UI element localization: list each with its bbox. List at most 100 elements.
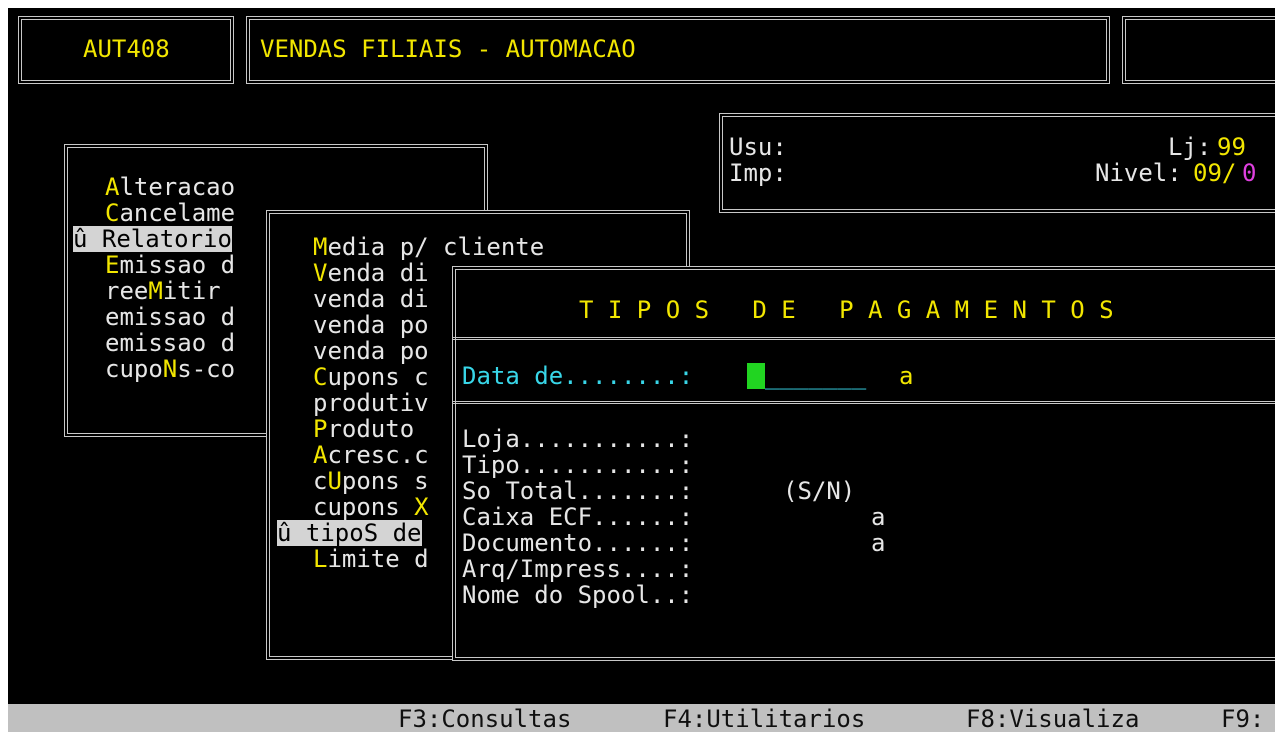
selected-marker: û — [73, 225, 102, 253]
user-panel: Usu: Imp: Lj: 99 Nivel: 09/ 0 — [719, 113, 1275, 213]
date-range-separator: a — [899, 362, 914, 390]
report-menu-item[interactable]: û tipoS de — [277, 520, 422, 546]
program-code-box: AUT408 — [18, 16, 234, 84]
item-text-rest: ancelame — [119, 199, 236, 227]
field-value[interactable]: (S/N) — [783, 478, 855, 504]
lj-label: Lj: — [1168, 133, 1212, 161]
nivel-label: Nivel: — [1095, 159, 1182, 187]
title-box: VENDAS FILIAIS - AUTOMACAO — [246, 16, 1110, 84]
nivel-extra: 0 — [1242, 159, 1257, 187]
item-text-pre: emissao d — [105, 329, 236, 357]
field-label: Tipo...........: — [462, 451, 694, 479]
dialog-title: T I P O S D E P A G A M E N T O S — [579, 296, 1114, 324]
field-label: Nome do Spool..: — [462, 581, 694, 609]
nivel-value: 09/ — [1193, 159, 1237, 187]
main-menu-item[interactable]: cupoNs-co — [105, 356, 235, 382]
hotkey-letter: U — [327, 467, 342, 495]
hotkey-letter: C — [313, 363, 328, 391]
field-label: Documento......: — [462, 529, 694, 557]
report-menu-item[interactable]: Cupons c — [313, 364, 429, 390]
item-text-pre: tipo — [305, 519, 364, 547]
item-text-pre: ree — [105, 277, 149, 305]
item-text-rest: edia p/ cliente — [327, 233, 545, 261]
report-menu-item[interactable]: Limite d — [313, 546, 429, 572]
f3-consultas-key[interactable]: F3:Consultas — [398, 704, 571, 732]
report-menu-item[interactable]: cupons X — [313, 494, 429, 520]
f4-utilitarios-key[interactable]: F4:Utilitarios — [663, 704, 865, 732]
main-menu-item[interactable]: Alteracao — [105, 174, 235, 200]
hotkey-letter: M — [148, 277, 163, 305]
hotkey-letter: A — [105, 173, 120, 201]
main-menu-item[interactable]: Emissao d — [105, 252, 235, 278]
item-text-pre: cupo — [105, 355, 163, 383]
text-cursor — [747, 363, 765, 389]
item-text-rest: de — [378, 519, 422, 547]
lj-value: 99 — [1217, 133, 1246, 161]
report-menu-item[interactable]: venda po — [313, 338, 429, 364]
field-label: So Total.......: — [462, 477, 694, 505]
item-text-rest: elatorio — [116, 225, 232, 253]
item-text-rest: itir — [162, 277, 221, 305]
f9-key[interactable]: F9: — [1221, 704, 1264, 732]
item-text-rest: s-co — [177, 355, 236, 383]
main-menu-item[interactable]: emissao d — [105, 304, 235, 330]
field-label: Caixa ECF......: — [462, 503, 694, 531]
field-label: Loja...........: — [462, 425, 694, 453]
item-text-rest: pons s — [341, 467, 429, 495]
item-text-pre: venda di — [313, 285, 429, 313]
imp-label: Imp: — [729, 159, 787, 187]
main-menu-item[interactable]: reeMitir — [105, 278, 221, 304]
item-text-pre: cupons — [313, 493, 415, 521]
report-menu-item[interactable]: Venda di — [313, 260, 429, 286]
hotkey-letter: S — [363, 519, 379, 547]
main-menu-item[interactable]: û Relatorio — [73, 226, 232, 252]
hotkey-letter: E — [105, 251, 120, 279]
item-text-rest: lteracao — [119, 173, 236, 201]
hotkey-letter: C — [105, 199, 120, 227]
report-menu-item[interactable]: Produto — [313, 416, 429, 442]
item-text-rest: roduto — [327, 415, 429, 443]
hotkey-letter: X — [414, 493, 429, 521]
hotkey-letter: M — [313, 233, 328, 261]
payment-types-dialog: T I P O S D E P A G A M E N T O S Data d… — [452, 266, 1275, 661]
divider — [453, 337, 1275, 340]
report-menu-item[interactable]: cUpons s — [313, 468, 429, 494]
usu-label: Usu: — [729, 133, 787, 161]
function-key-bar: F3:Consultas F4:Utilitarios F8:Visualiza… — [8, 704, 1275, 732]
item-text-rest: missao d — [119, 251, 236, 279]
report-menu-item[interactable]: venda po — [313, 312, 429, 338]
app-title: VENDAS FILIAIS - AUTOMACAO — [260, 35, 636, 63]
hotkey-letter: L — [313, 545, 328, 573]
field-label: Arq/Impress....: — [462, 555, 694, 583]
terminal-screen: AUT408 VENDAS FILIAIS - AUTOMACAO Usu: I… — [8, 8, 1275, 732]
item-text-rest: enda di — [327, 259, 429, 287]
selected-marker: û — [277, 519, 306, 547]
report-menu-item[interactable]: Media p/ cliente — [313, 234, 544, 260]
field-value[interactable]: a — [871, 504, 885, 530]
main-menu-item[interactable]: Cancelame — [105, 200, 235, 226]
report-menu-item[interactable]: produtiv — [313, 390, 429, 416]
item-text-rest: cresc.c — [327, 441, 429, 469]
hotkey-letter: A — [313, 441, 328, 469]
item-text-rest: upons c — [327, 363, 429, 391]
field-value[interactable]: a — [871, 530, 885, 556]
date-from-label: Data de........: — [462, 362, 694, 390]
hotkey-letter: P — [313, 415, 328, 443]
item-text-pre: produtiv — [313, 389, 429, 417]
hotkey-letter: N — [162, 355, 178, 383]
item-text-pre: venda po — [313, 337, 429, 365]
item-text-rest: imite d — [327, 545, 429, 573]
right-header-box — [1122, 16, 1275, 84]
item-text-pre: emissao d — [105, 303, 236, 331]
main-menu-item[interactable]: emissao d — [105, 330, 235, 356]
item-text-pre: c — [313, 467, 328, 495]
date-from-input[interactable]: _______ — [765, 363, 866, 389]
hotkey-letter: V — [313, 259, 328, 287]
divider — [453, 401, 1275, 404]
item-text-pre: venda po — [313, 311, 429, 339]
f8-visualiza-key[interactable]: F8:Visualiza — [966, 704, 1139, 732]
hotkey-letter: R — [101, 225, 117, 253]
report-menu-item[interactable]: Acresc.c — [313, 442, 429, 468]
program-code: AUT408 — [83, 35, 170, 63]
report-menu-item[interactable]: venda di — [313, 286, 429, 312]
